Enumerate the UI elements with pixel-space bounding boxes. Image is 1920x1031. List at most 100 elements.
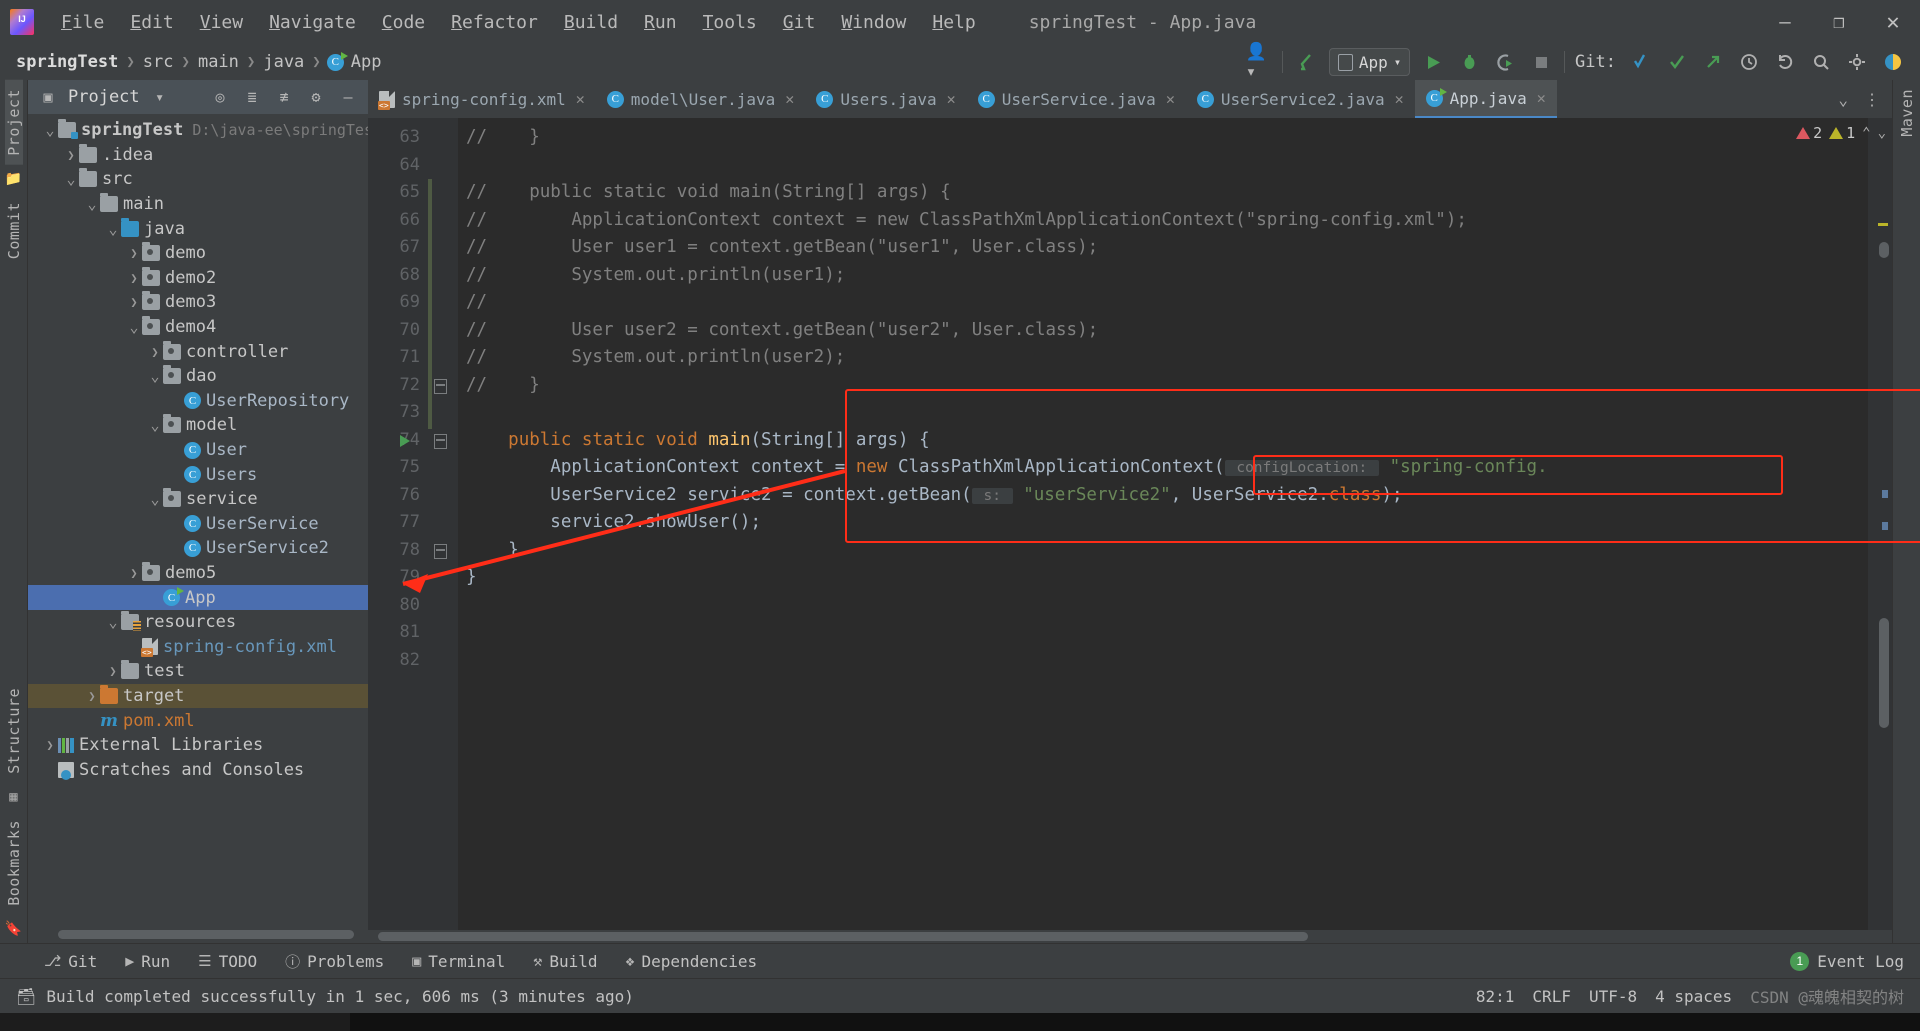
maximize-button[interactable]: ❐ bbox=[1812, 0, 1866, 44]
menu-item-help[interactable]: Help bbox=[919, 8, 988, 37]
git-history-icon[interactable] bbox=[1736, 49, 1762, 75]
close-button[interactable]: ✕ bbox=[1866, 0, 1920, 44]
tool-window-button-git[interactable]: ⎇ Git bbox=[30, 952, 111, 971]
breadcrumb-item-src[interactable]: src bbox=[141, 52, 176, 72]
chevron-right-icon[interactable]: ❯ bbox=[42, 738, 58, 752]
editor-scroll-thumb-2[interactable] bbox=[1879, 618, 1889, 728]
locate-icon[interactable]: ◎ bbox=[208, 88, 232, 106]
tree-node-controller[interactable]: ❯ controller bbox=[28, 339, 368, 364]
chevron-right-icon[interactable]: ❯ bbox=[63, 148, 79, 162]
project-folder-icon[interactable]: 📁 bbox=[5, 165, 22, 193]
tree-node-app[interactable]: C App bbox=[28, 585, 368, 610]
line-marker[interactable] bbox=[428, 152, 458, 180]
settings-icon[interactable]: ⚙ bbox=[304, 88, 328, 106]
chevron-down-icon[interactable]: ⌄ bbox=[147, 369, 163, 384]
close-icon[interactable]: ✕ bbox=[947, 90, 956, 108]
indent-setting[interactable]: 4 spaces bbox=[1655, 987, 1732, 1006]
project-tree[interactable]: ⌄ springTest D:\java-ee\springTes ❯ .idea ⌄ sr… bbox=[28, 114, 368, 930]
line-marker[interactable] bbox=[428, 317, 458, 345]
tree-node-demo4[interactable]: ⌄ demo4 bbox=[28, 315, 368, 340]
warning-count[interactable]: 1 bbox=[1829, 124, 1855, 142]
caret-position[interactable]: 82:1 bbox=[1476, 987, 1515, 1006]
chevron-down-icon[interactable]: ⌄ bbox=[126, 320, 142, 335]
breadcrumb-item-app[interactable]: App bbox=[349, 52, 384, 72]
line-marker[interactable] bbox=[428, 619, 458, 647]
line-marker[interactable] bbox=[428, 289, 458, 317]
git-update-icon[interactable] bbox=[1628, 49, 1654, 75]
close-icon[interactable]: ✕ bbox=[1537, 89, 1546, 107]
line-marker[interactable] bbox=[428, 509, 458, 537]
line-marker[interactable] bbox=[400, 427, 458, 455]
chevron-down-icon[interactable]: ⌄ bbox=[42, 123, 58, 138]
hide-icon[interactable]: ‒ bbox=[336, 88, 360, 106]
tabs-overflow-icon[interactable]: ⌄ bbox=[1832, 90, 1854, 109]
close-icon[interactable]: ✕ bbox=[1166, 90, 1175, 108]
close-icon[interactable]: ✕ bbox=[785, 90, 794, 108]
tree-node-main[interactable]: ⌄ main bbox=[28, 192, 368, 217]
editor-scroll-thumb[interactable] bbox=[1879, 242, 1889, 258]
chevron-right-icon[interactable]: ❯ bbox=[147, 345, 163, 359]
menu-item-navigate[interactable]: Navigate bbox=[256, 8, 369, 37]
chevron-down-icon[interactable]: ⌄ bbox=[63, 172, 79, 187]
chevron-right-icon[interactable]: ❯ bbox=[126, 246, 142, 260]
settings-icon[interactable] bbox=[1844, 49, 1870, 75]
chevron-down-icon[interactable]: ⌄ bbox=[84, 197, 100, 212]
tree-node-external-libraries[interactable]: ❯ External Libraries bbox=[28, 733, 368, 758]
sidebar-item-maven[interactable]: Maven bbox=[1898, 80, 1916, 146]
minimize-button[interactable]: – bbox=[1758, 0, 1812, 44]
line-marker[interactable] bbox=[428, 537, 458, 565]
line-marker[interactable] bbox=[428, 454, 458, 482]
tree-node-users[interactable]: C Users bbox=[28, 462, 368, 487]
menu-item-refactor[interactable]: Refactor bbox=[438, 8, 551, 37]
menu-item-run[interactable]: Run bbox=[631, 8, 690, 37]
breadcrumb-item-springtest[interactable]: springTest bbox=[14, 52, 120, 72]
tree-node-java[interactable]: ⌄ java bbox=[28, 216, 368, 241]
git-push-icon[interactable] bbox=[1700, 49, 1726, 75]
profile-icon[interactable]: 👤▾ bbox=[1246, 42, 1272, 82]
build-hammer-icon[interactable] bbox=[1293, 49, 1319, 75]
menu-item-file[interactable]: File bbox=[48, 8, 117, 37]
editor-hscroll-thumb[interactable] bbox=[378, 932, 1308, 941]
run-icon[interactable] bbox=[1420, 49, 1446, 75]
vcs-change-marker[interactable] bbox=[428, 179, 432, 429]
tool-window-button-build[interactable]: ⚒ Build bbox=[519, 952, 611, 971]
tool-window-button-terminal[interactable]: ▣ Terminal bbox=[398, 952, 519, 971]
inspection-widget[interactable]: 2 1 ⌃ ⌄ bbox=[1796, 124, 1886, 142]
line-marker[interactable] bbox=[428, 647, 458, 675]
tree-node--idea[interactable]: ❯ .idea bbox=[28, 143, 368, 168]
sidebar-item-project[interactable]: Project bbox=[4, 80, 23, 165]
line-marker[interactable] bbox=[428, 372, 458, 400]
expand-all-icon[interactable]: ≣ bbox=[240, 88, 264, 106]
debug-icon[interactable] bbox=[1456, 49, 1482, 75]
tree-node-userservice2[interactable]: C UserService2 bbox=[28, 536, 368, 561]
tree-node-test[interactable]: ❯ test bbox=[28, 659, 368, 684]
close-icon[interactable]: ✕ bbox=[576, 90, 585, 108]
run-gutter-icon[interactable] bbox=[400, 434, 410, 447]
chevron-right-icon[interactable]: ❯ bbox=[84, 689, 100, 703]
tabs-menu-icon[interactable]: ⋮ bbox=[1858, 90, 1886, 109]
tool-window-button-problems[interactable]: ⓘ Problems bbox=[271, 951, 398, 972]
tree-node-userservice[interactable]: C UserService bbox=[28, 512, 368, 537]
tree-node-demo[interactable]: ❯ demo bbox=[28, 241, 368, 266]
run-with-coverage-icon[interactable] bbox=[1492, 49, 1518, 75]
collapse-all-icon[interactable]: ≢ bbox=[272, 88, 296, 106]
editor-tab-model-user-java[interactable]: Cmodel\User.java ✕ bbox=[596, 80, 806, 118]
file-encoding[interactable]: UTF-8 bbox=[1589, 987, 1637, 1006]
sidebar-item-commit[interactable]: Commit bbox=[5, 193, 23, 268]
run-configuration-selector[interactable]: App ▾ bbox=[1328, 48, 1411, 76]
close-icon[interactable]: ✕ bbox=[1395, 90, 1404, 108]
ide-assistant-icon[interactable] bbox=[1880, 49, 1906, 75]
tree-node-scratches-and-consoles[interactable]: Scratches and Consoles bbox=[28, 757, 368, 782]
chevron-right-icon[interactable]: ❯ bbox=[105, 664, 121, 678]
fold-icon[interactable] bbox=[434, 433, 447, 449]
right-marker-gutter[interactable] bbox=[1868, 118, 1892, 930]
error-count[interactable]: 2 bbox=[1796, 124, 1822, 142]
chevron-right-icon[interactable]: ❯ bbox=[126, 566, 142, 580]
menu-item-window[interactable]: Window bbox=[828, 8, 919, 37]
fold-icon[interactable] bbox=[434, 378, 447, 394]
project-horizontal-scrollbar[interactable] bbox=[58, 930, 354, 939]
line-marker[interactable] bbox=[428, 179, 458, 207]
editor-tab-userservice2-java[interactable]: C UserService2.java ✕ bbox=[1186, 80, 1415, 118]
line-marker[interactable] bbox=[428, 399, 458, 427]
line-separator[interactable]: CRLF bbox=[1532, 987, 1571, 1006]
